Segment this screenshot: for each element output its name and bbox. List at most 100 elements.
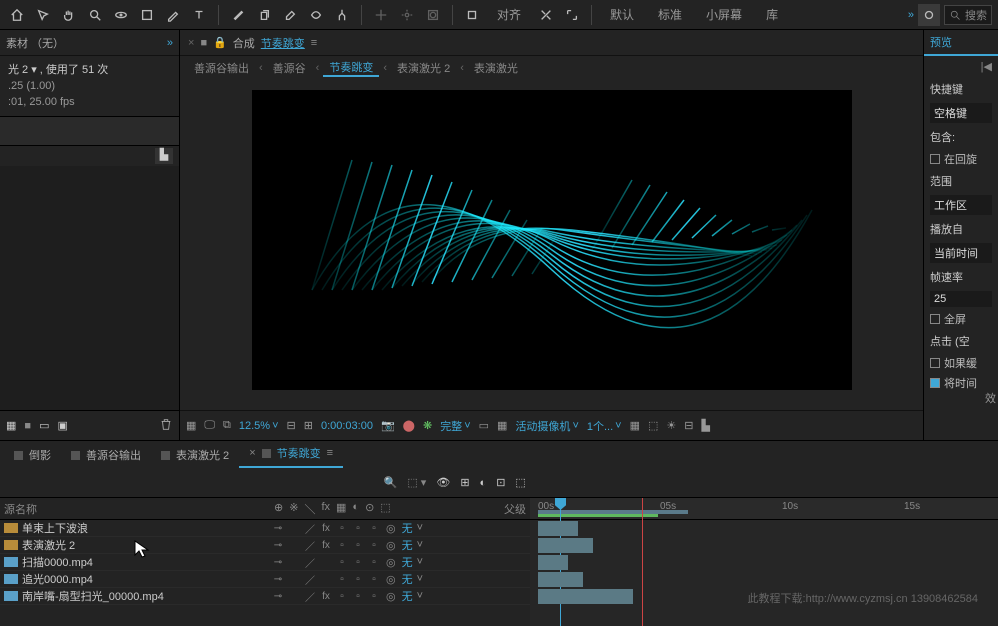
resolution-dropdown[interactable]: 完整 ˅: [440, 418, 470, 434]
tl-graph-icon[interactable]: ⊡: [496, 476, 505, 489]
layer-row-0[interactable]: 单束上下波浪 ⊸／fx▫▫▫ ◎ 无 ˅: [0, 520, 530, 537]
comp-tab-close-icon[interactable]: ×: [188, 37, 194, 49]
mask-toggle-icon[interactable]: ⧉: [223, 419, 231, 432]
trash-icon[interactable]: [159, 417, 173, 434]
channels-icon[interactable]: ⬤: [403, 419, 415, 432]
puppet-tool-icon[interactable]: [331, 4, 353, 26]
layer-parent[interactable]: 无: [402, 520, 413, 536]
layer-color-icon[interactable]: [4, 557, 18, 567]
layer-bar-0[interactable]: [538, 521, 578, 536]
snapshot-icon[interactable]: 📷: [381, 419, 395, 432]
playfrom-value[interactable]: 当前时间: [930, 243, 992, 263]
chk-ifslow[interactable]: 如果缓: [924, 353, 998, 373]
time-display[interactable]: 0:00:03:00: [321, 420, 373, 432]
home-icon[interactable]: [6, 4, 28, 26]
zoom-tool-icon[interactable]: [84, 4, 106, 26]
tl-search-icon[interactable]: 🔍: [384, 476, 398, 489]
workspace-standard[interactable]: 标准: [648, 6, 692, 23]
workspace-library[interactable]: 库: [756, 6, 788, 23]
res-half-icon[interactable]: ⊟: [287, 419, 296, 432]
tl-comp-icon[interactable]: ⬚ ▾: [407, 476, 426, 489]
layer-parent[interactable]: 无: [402, 537, 413, 553]
bpc-icon[interactable]: ■: [24, 420, 31, 432]
parent-pick-icon[interactable]: ◎: [386, 522, 396, 535]
roto-tool-icon[interactable]: [305, 4, 327, 26]
crumb-0[interactable]: 善源谷输出: [188, 60, 255, 76]
tl-3d-icon[interactable]: ⬚: [515, 476, 525, 489]
preview-first-frame-icon[interactable]: |◀: [924, 56, 998, 77]
workspace-default[interactable]: 默认: [600, 6, 644, 23]
orbit-tool-icon[interactable]: [110, 4, 132, 26]
layer-name[interactable]: 扫描0000.mp4: [22, 554, 272, 570]
tl-motion-blur-icon[interactable]: ◐: [480, 477, 487, 489]
preview-title[interactable]: 预览: [924, 30, 998, 56]
zoom-dropdown[interactable]: 12.5% ˅: [239, 420, 279, 432]
transparency-icon[interactable]: ▦: [497, 419, 507, 432]
parent-pick-icon[interactable]: ◎: [386, 573, 396, 586]
layer-bar-2[interactable]: [538, 555, 568, 570]
expand-icon[interactable]: [561, 4, 583, 26]
layer-switches[interactable]: ⊸／▫▫▫: [272, 572, 380, 587]
layer-bar-3[interactable]: [538, 572, 583, 587]
tl-frame-blend-icon[interactable]: ⊞: [460, 476, 469, 489]
layer-parent[interactable]: 无: [402, 554, 413, 570]
timeline-icon[interactable]: ⊟: [684, 419, 693, 432]
tl-shy-icon[interactable]: 👁: [436, 476, 450, 489]
layer-bar-1[interactable]: [538, 538, 593, 553]
mask-icon[interactable]: [422, 4, 444, 26]
layer-row-3[interactable]: 追光0000.mp4 ⊸／▫▫▫ ◎ 无 ˅: [0, 571, 530, 588]
sync-icon[interactable]: [918, 4, 940, 26]
parent-pick-icon[interactable]: ◎: [386, 539, 396, 552]
bin-type-icon[interactable]: ▦: [6, 419, 16, 432]
layer-color-icon[interactable]: [4, 574, 18, 584]
tl-tab-3[interactable]: ×节奏跳变≡: [239, 440, 343, 468]
comp-menu-icon[interactable]: ≡: [311, 37, 317, 49]
snap-label[interactable]: 对齐: [487, 6, 531, 23]
shortcut-value[interactable]: 空格键: [930, 103, 992, 123]
crumb-3[interactable]: 表演激光 2: [391, 60, 456, 76]
layer-row-1[interactable]: 表演激光 2 ⊸／fx▫▫▫ ◎ 无 ˅: [0, 537, 530, 554]
tl-tab-2[interactable]: 表演激光 2: [151, 442, 239, 468]
fps-value[interactable]: 25: [930, 291, 992, 307]
lock-icon[interactable]: 🔒: [213, 36, 227, 49]
new-folder-icon[interactable]: ▭: [39, 419, 49, 432]
layer-parent[interactable]: 无: [402, 571, 413, 587]
anchor-icon[interactable]: [396, 4, 418, 26]
rect-tool-icon[interactable]: [136, 4, 158, 26]
marker-red[interactable]: [642, 498, 643, 626]
panel-menu-icon[interactable]: »: [167, 37, 173, 49]
axis-icon[interactable]: [370, 4, 392, 26]
layer-name[interactable]: 单束上下波浪: [22, 520, 272, 536]
layer-switches[interactable]: ⊸／fx▫▫▫: [272, 521, 380, 536]
region-icon[interactable]: ▭: [479, 419, 489, 432]
layer-name[interactable]: 表演激光 2: [22, 537, 272, 553]
flowchart-icon[interactable]: ▙: [155, 148, 173, 164]
3d-icon[interactable]: ⬚: [648, 419, 658, 432]
comp-name[interactable]: 节奏跳变: [261, 35, 305, 51]
layer-switches[interactable]: ⊸／▫▫▫: [272, 555, 380, 570]
crumb-2[interactable]: 节奏跳变: [323, 59, 379, 77]
color-icon[interactable]: ❋: [423, 419, 432, 432]
comp-viewer[interactable]: [180, 80, 923, 410]
layer-parent[interactable]: 无: [402, 588, 413, 604]
layer-color-icon[interactable]: [4, 591, 18, 601]
layer-name[interactable]: 南岸嘴-扇型扫光_00000.mp4: [22, 588, 272, 604]
alpha-icon[interactable]: ▦: [186, 419, 196, 432]
eraser-tool-icon[interactable]: [279, 4, 301, 26]
search-tool-icon[interactable]: [535, 4, 557, 26]
new-comp-icon[interactable]: ▣: [57, 419, 67, 432]
layer-switches[interactable]: ⊸／fx▫▫▫: [272, 589, 380, 604]
crumb-4[interactable]: 表演激光: [468, 60, 524, 76]
text-tool-icon[interactable]: [188, 4, 210, 26]
pen-tool-icon[interactable]: [162, 4, 184, 26]
layer-name[interactable]: 追光0000.mp4: [22, 571, 272, 587]
comp-lock-icon[interactable]: ■: [200, 37, 207, 49]
parent-pick-icon[interactable]: ◎: [386, 556, 396, 569]
flowchart-view-icon[interactable]: ▙: [702, 419, 710, 432]
tl-tab-0[interactable]: 倒影: [4, 442, 61, 468]
parent-pick-icon[interactable]: ◎: [386, 590, 396, 603]
fast-draft-icon[interactable]: ▦: [630, 419, 640, 432]
layer-color-icon[interactable]: [4, 523, 18, 533]
layer-color-icon[interactable]: [4, 540, 18, 550]
workspace-more[interactable]: »: [908, 9, 914, 21]
